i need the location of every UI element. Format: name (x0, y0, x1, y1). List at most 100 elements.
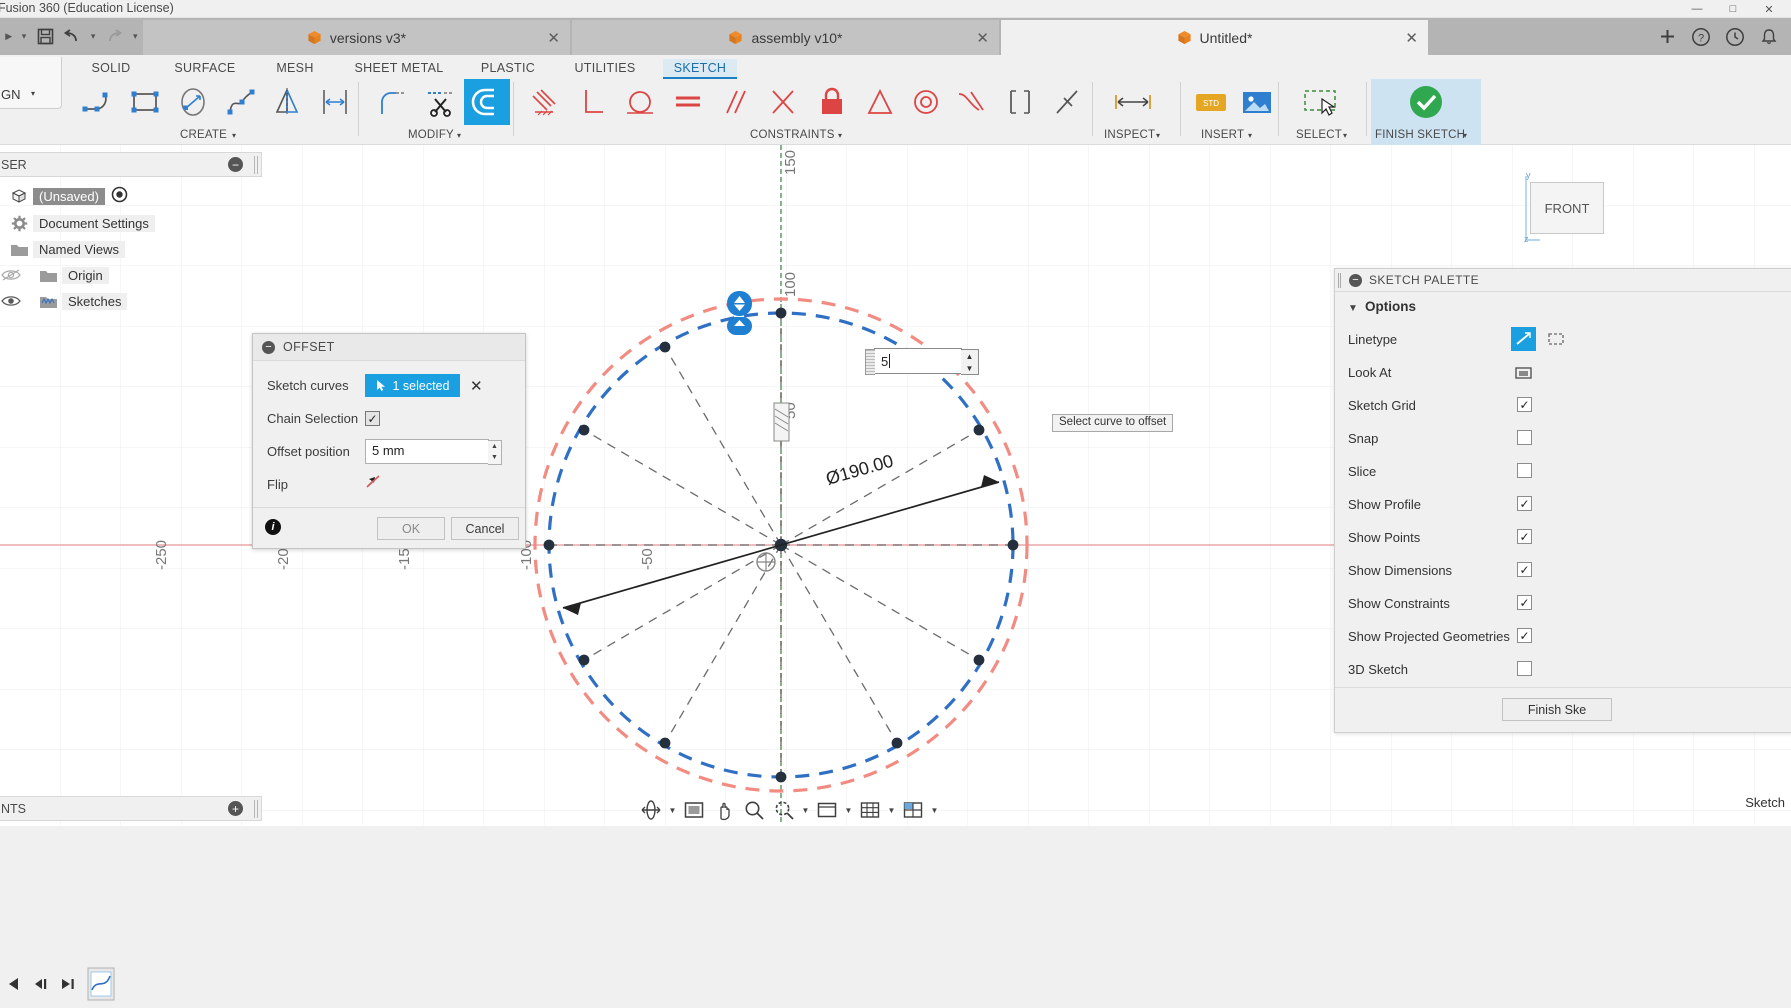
group-caret-select[interactable]: ▾ (1343, 131, 1347, 140)
show-points-checkbox[interactable]: ✓ (1517, 529, 1532, 544)
insert-mcmaster-icon[interactable]: STD (1188, 79, 1234, 125)
browser-collapse-icon[interactable]: − (228, 157, 243, 172)
stepper-down-icon[interactable]: ▼ (488, 452, 501, 463)
redo-icon[interactable] (102, 23, 127, 51)
float-stepper-up-icon[interactable]: ▲ (961, 350, 978, 362)
data-panel-caret-icon[interactable]: ▾ (17, 23, 30, 51)
add-tab-icon[interactable] (1655, 25, 1679, 49)
line-icon[interactable] (75, 79, 121, 125)
tangent-icon[interactable] (617, 79, 663, 125)
maximize-icon[interactable]: □ (1715, 0, 1751, 18)
grid-snap-caret-icon[interactable]: ▼ (886, 797, 897, 823)
offset-dialog-collapse-icon[interactable]: − (262, 341, 275, 354)
document-tab-2[interactable]: Untitled* ✕ (1001, 20, 1428, 55)
eye-hidden-icon[interactable] (0, 266, 22, 284)
pan-icon[interactable] (710, 797, 738, 823)
group-caret-inspect[interactable]: ▾ (1156, 131, 1160, 140)
zoom-icon[interactable] (740, 797, 768, 823)
tree-item-document-settings[interactable]: Document Settings (8, 212, 155, 234)
group-label-select[interactable]: SELECT (1296, 129, 1342, 141)
offset-position-input[interactable]: 5 mm ▲ ▼ (365, 439, 489, 464)
trim-icon[interactable] (418, 79, 464, 125)
palette-collapse-icon[interactable]: − (1349, 274, 1362, 287)
orbit-caret-icon[interactable]: ▼ (667, 797, 678, 823)
help-icon[interactable]: ? (1689, 25, 1713, 49)
env-tab-solid[interactable]: SOLID (83, 59, 139, 77)
step-icon[interactable] (29, 972, 53, 996)
parallel-icon[interactable] (713, 79, 759, 125)
close-tab-icon-2[interactable]: ✕ (1405, 29, 1418, 47)
alert-icon[interactable] (1757, 25, 1781, 49)
group-caret-constraints[interactable]: ▾ (838, 131, 842, 140)
curvature-icon[interactable] (949, 79, 995, 125)
flip-button[interactable] (364, 474, 382, 495)
document-tab-1[interactable]: assembly v10* ✕ (572, 20, 999, 55)
notification-icon[interactable] (1723, 25, 1747, 49)
3d-sketch-checkbox[interactable] (1517, 661, 1532, 676)
minimize-icon[interactable]: — (1679, 0, 1715, 18)
float-input-stepper[interactable]: ▲ ▼ (961, 349, 979, 375)
tree-item-named-views[interactable]: Named Views (8, 238, 125, 260)
group-label-create[interactable]: CREATE (180, 129, 227, 141)
group-label-inspect[interactable]: INSPECT (1104, 129, 1155, 141)
horizontal-vertical-icon[interactable] (1045, 79, 1091, 125)
midpoint-icon[interactable] (761, 79, 807, 125)
show-dimensions-checkbox[interactable]: ✓ (1517, 562, 1532, 577)
offset-value-float-input[interactable]: 5 ▲ ▼ (874, 348, 962, 374)
undo-caret-icon[interactable]: ▾ (86, 23, 99, 51)
zoom-window-icon[interactable] (770, 797, 798, 823)
look-at-icon[interactable] (1511, 360, 1536, 384)
group-label-constraints[interactable]: CONSTRAINTS (750, 129, 835, 141)
float-stepper-down-icon[interactable]: ▼ (961, 362, 978, 374)
zoom-window-caret-icon[interactable]: ▼ (800, 797, 811, 823)
linetype-normal-icon[interactable] (1511, 327, 1536, 351)
group-label-finish-sketch[interactable]: FINISH SKETCH (1375, 129, 1465, 141)
show-projected-geometries-checkbox[interactable]: ✓ (1517, 628, 1532, 643)
offset-position-stepper[interactable]: ▲ ▼ (488, 440, 502, 465)
env-tab-sketch[interactable]: SKETCH (663, 59, 737, 79)
components-resize-grip[interactable] (254, 800, 258, 818)
orbit-icon[interactable] (637, 797, 665, 823)
cancel-button[interactable]: Cancel (451, 517, 519, 540)
palette-grip[interactable] (1338, 273, 1341, 288)
fillet-icon[interactable] (370, 79, 416, 125)
view-cube-front-face[interactable]: FRONT (1530, 182, 1604, 234)
sketch-curves-clear-icon[interactable]: ✕ (470, 377, 483, 395)
group-caret-insert[interactable]: ▾ (1248, 131, 1252, 140)
dimension-icon[interactable] (313, 79, 359, 125)
mirror-icon[interactable] (265, 79, 311, 125)
collinear-icon[interactable] (997, 79, 1043, 125)
close-tab-icon-1[interactable]: ✕ (976, 29, 989, 47)
display-mode-icon[interactable] (813, 797, 841, 823)
symmetry-icon[interactable] (857, 79, 903, 125)
group-label-insert[interactable]: INSERT (1201, 129, 1244, 141)
env-tab-sheet-metal[interactable]: SHEET METAL (348, 59, 450, 77)
group-caret-finish-sketch[interactable]: ▾ (1463, 131, 1467, 140)
group-caret-modify[interactable]: ▾ (457, 131, 461, 140)
info-icon[interactable]: i (265, 519, 281, 535)
stepper-up-icon[interactable]: ▲ (488, 441, 501, 452)
tree-item-origin[interactable]: Origin (0, 264, 109, 286)
viewports-icon[interactable] (899, 797, 927, 823)
tree-item-sketches[interactable]: Sketches (0, 290, 127, 312)
play-to-end-icon[interactable] (56, 972, 80, 996)
ok-button[interactable]: OK (377, 517, 445, 540)
tree-item-unsaved[interactable]: (Unsaved) (8, 185, 128, 207)
env-tab-surface[interactable]: SURFACE (167, 59, 243, 77)
group-caret-create[interactable]: ▾ (232, 131, 236, 140)
env-tab-plastic[interactable]: PLASTIC (473, 59, 543, 77)
palette-finish-sketch-button[interactable]: Finish Ske (1502, 698, 1612, 721)
float-input-grip[interactable] (865, 349, 875, 375)
snap-checkbox[interactable] (1517, 430, 1532, 445)
group-label-modify[interactable]: MODIFY (408, 129, 454, 141)
env-tab-mesh[interactable]: MESH (268, 59, 322, 77)
linetype-construction-icon[interactable] (1543, 327, 1568, 351)
offset-icon[interactable] (464, 79, 510, 125)
grid-snap-icon[interactable] (856, 797, 884, 823)
display-settings-icon[interactable] (680, 797, 708, 823)
measure-icon[interactable] (1110, 79, 1156, 125)
perpendicular-icon[interactable] (569, 79, 615, 125)
display-mode-caret-icon[interactable]: ▼ (843, 797, 854, 823)
spline-icon[interactable] (219, 79, 265, 125)
coincident-icon[interactable] (521, 79, 567, 125)
